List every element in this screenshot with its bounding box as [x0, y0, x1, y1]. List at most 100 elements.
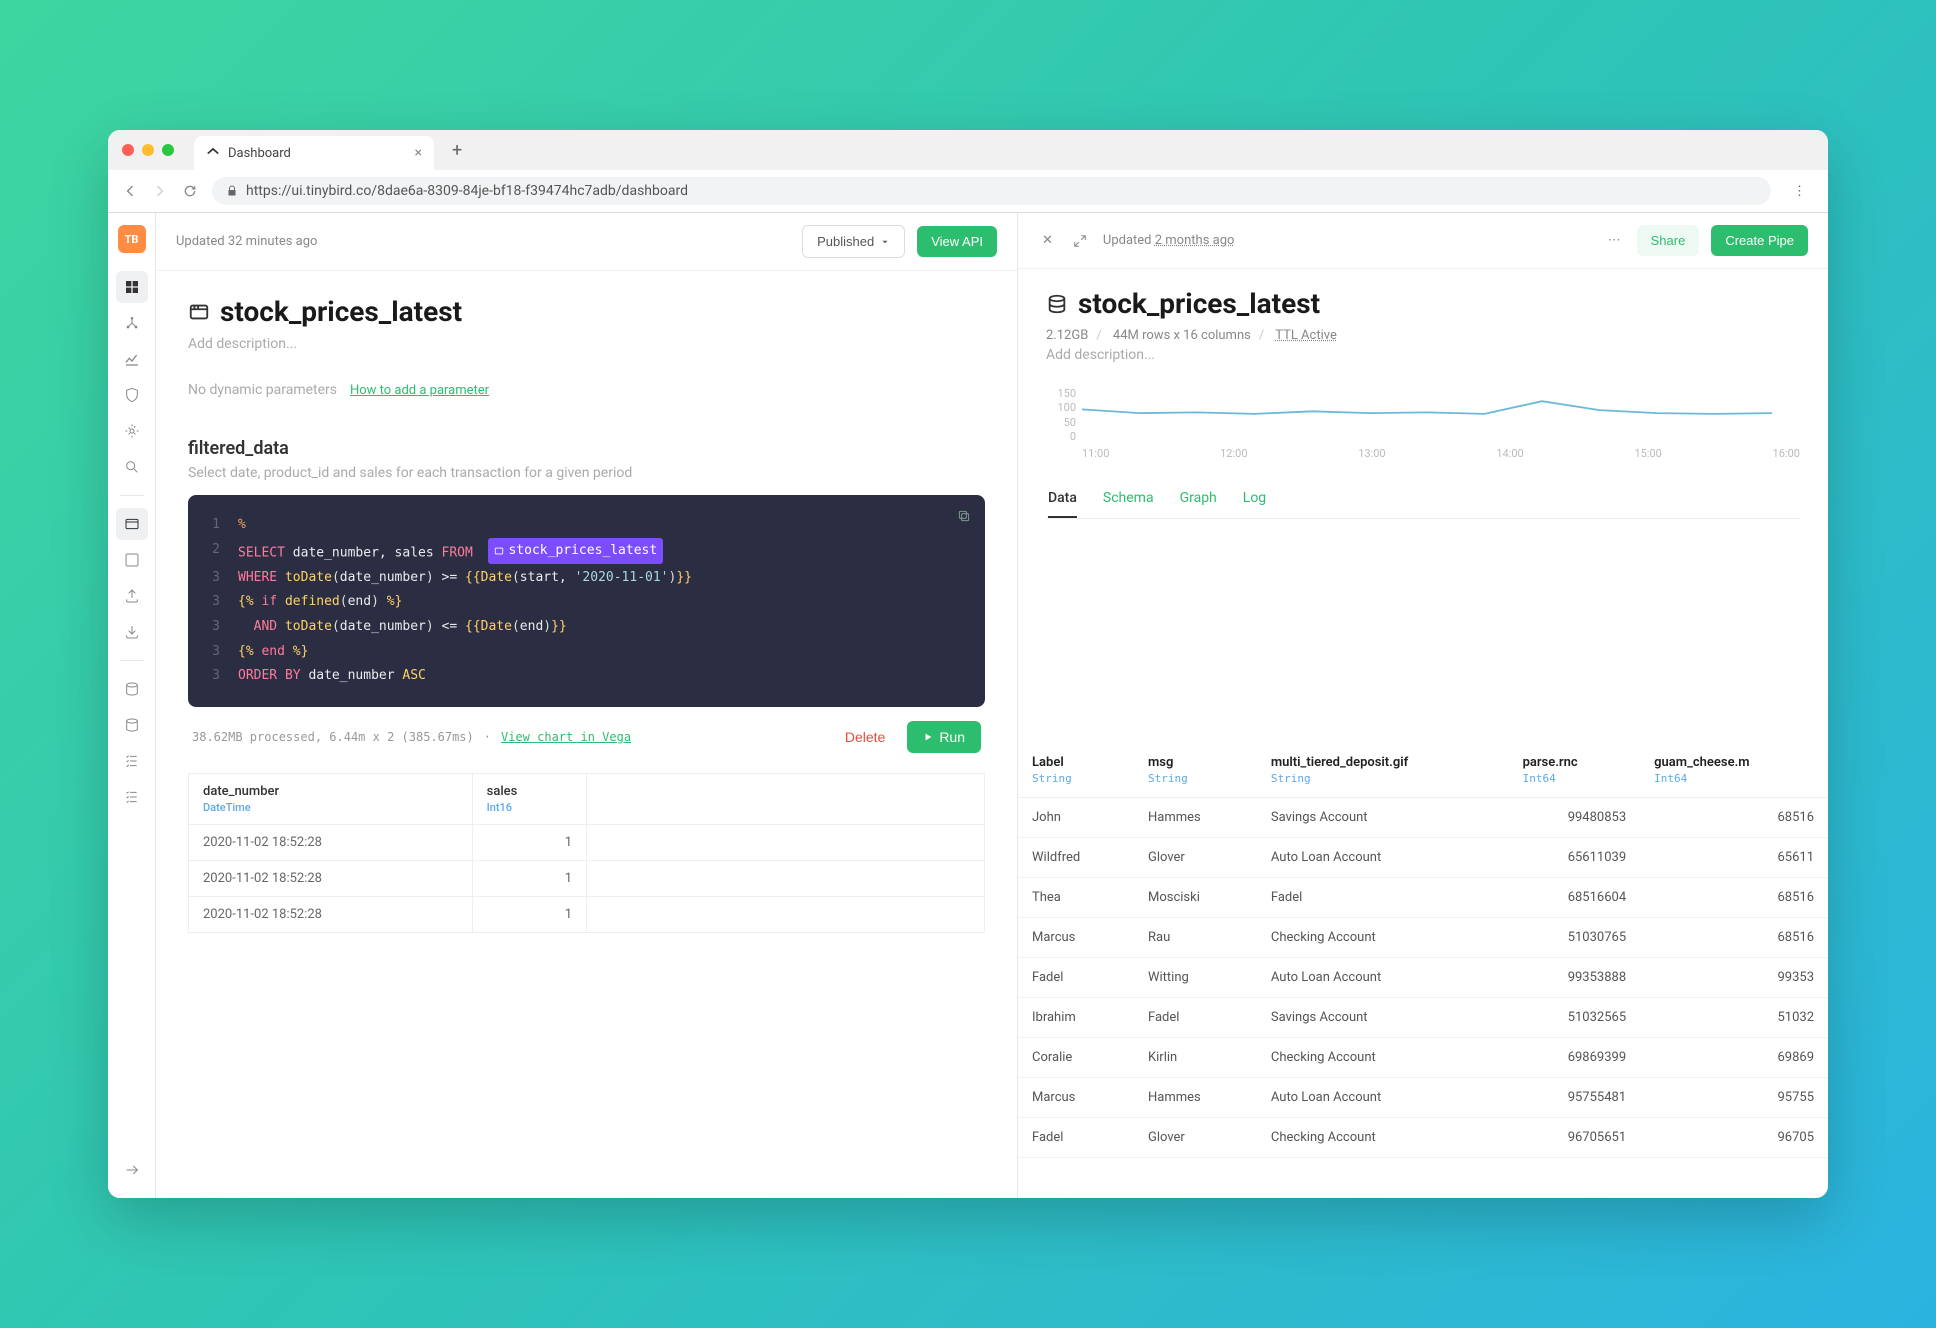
- activity-chart: 150100500 11:0012:0013:0014:0015:0016:00: [1046, 387, 1800, 460]
- sidebar-collapse-icon[interactable]: [116, 1154, 148, 1186]
- datasource-meta: 2.12GB/ 44M rows x 16 columns/ TTL Activ…: [1046, 328, 1800, 343]
- data-column-header[interactable]: multi_tiered_deposit.gifString: [1257, 743, 1509, 798]
- right-updated-text: Updated 2 months ago: [1103, 233, 1235, 248]
- nav-back-icon[interactable]: [122, 183, 138, 199]
- window-close-button[interactable]: [122, 144, 134, 156]
- node-title[interactable]: filtered_data: [188, 438, 985, 459]
- datasource-title-text: stock_prices_latest: [1078, 287, 1320, 320]
- sidebar: TB: [108, 213, 156, 1198]
- tab-favicon: [206, 146, 220, 160]
- data-row: WildfredGloverAuto Loan Account656110396…: [1018, 837, 1828, 877]
- nav-reload-icon[interactable]: [182, 183, 198, 199]
- data-column-header[interactable]: parse.rncInt64: [1509, 743, 1641, 798]
- data-column-header[interactable]: guam_cheese.mInt64: [1640, 743, 1828, 798]
- right-header: ✕ Updated 2 months ago ⋯ Share Create Pi…: [1018, 213, 1828, 269]
- result-column-header[interactable]: salesInt16: [472, 774, 586, 825]
- lock-icon: [226, 185, 238, 197]
- browser-tab[interactable]: Dashboard ×: [194, 136, 434, 170]
- play-icon: [923, 732, 933, 742]
- sidebar-gear-icon[interactable]: [116, 415, 148, 447]
- datasource-title: stock_prices_latest: [1046, 287, 1800, 320]
- data-row: MarcusRauChecking Account5103076568516: [1018, 917, 1828, 957]
- tab-schema[interactable]: Schema: [1103, 480, 1154, 518]
- result-table: date_numberDateTimesalesInt16 2020-11-02…: [188, 773, 985, 933]
- chevron-down-icon: [880, 237, 890, 247]
- tab-log[interactable]: Log: [1243, 480, 1266, 518]
- run-button[interactable]: Run: [907, 721, 981, 753]
- data-row: IbrahimFadelSavings Account5103256551032: [1018, 997, 1828, 1037]
- browser-menu-icon[interactable]: ⋮: [1785, 184, 1814, 199]
- no-params-text: No dynamic parameters: [188, 382, 337, 398]
- url-bar: https://ui.tinybird.co/8dae6a-8309-84je-…: [108, 170, 1828, 212]
- right-content: stock_prices_latest 2.12GB/ 44M rows x 1…: [1018, 269, 1828, 743]
- sidebar-datasource-icon[interactable]: [116, 508, 148, 540]
- traffic-lights: [122, 144, 174, 156]
- nav-forward-icon[interactable]: [152, 183, 168, 199]
- node-description: Select date, product_id and sales for ea…: [188, 465, 985, 481]
- view-chart-link[interactable]: View chart in Vega: [501, 730, 631, 744]
- processed-stats: 38.62MB processed, 6.44m x 2 (385.67ms): [192, 730, 474, 744]
- database-icon: [1046, 293, 1068, 315]
- result-row: 2020-11-02 18:52:281: [189, 825, 985, 861]
- ttl-link[interactable]: TTL Active: [1275, 328, 1337, 343]
- copy-icon[interactable]: [957, 509, 971, 523]
- close-panel-icon[interactable]: ✕: [1038, 229, 1057, 252]
- how-to-add-param-link[interactable]: How to add a parameter: [350, 383, 489, 398]
- data-table-wrap[interactable]: LabelStringmsgStringmulti_tiered_deposit…: [1018, 743, 1828, 1199]
- sidebar-search-icon[interactable]: [116, 451, 148, 483]
- run-label: Run: [939, 729, 965, 745]
- sidebar-pipe-icon[interactable]: [116, 544, 148, 576]
- tab-bar: Dashboard × +: [108, 130, 1828, 170]
- data-row: FadelWittingAuto Loan Account99353888993…: [1018, 957, 1828, 997]
- new-tab-button[interactable]: +: [442, 140, 472, 161]
- tab-title: Dashboard: [228, 146, 291, 161]
- updated-ago-link[interactable]: 2 months ago: [1155, 233, 1235, 248]
- window-maximize-button[interactable]: [162, 144, 174, 156]
- result-row: 2020-11-02 18:52:281: [189, 861, 985, 897]
- data-column-header[interactable]: LabelString: [1018, 743, 1134, 798]
- create-pipe-button[interactable]: Create Pipe: [1711, 225, 1808, 256]
- datasource-chip: stock_prices_latest: [508, 539, 657, 564]
- sidebar-upload-icon[interactable]: [116, 580, 148, 612]
- page-title-text: stock_prices_latest: [220, 295, 462, 328]
- pipe-icon: [188, 301, 210, 323]
- data-row: FadelGloverChecking Account9670565196705: [1018, 1117, 1828, 1157]
- workspace-logo[interactable]: TB: [118, 225, 146, 253]
- more-menu-icon[interactable]: ⋯: [1604, 229, 1625, 252]
- sidebar-download-icon[interactable]: [116, 616, 148, 648]
- sidebar-storage-icon[interactable]: [116, 673, 148, 705]
- tab-close-icon[interactable]: ×: [415, 145, 422, 161]
- tab-data[interactable]: Data: [1048, 480, 1077, 518]
- sidebar-storage-icon-2[interactable]: [116, 709, 148, 741]
- sidebar-chart-icon[interactable]: [116, 343, 148, 375]
- url-field[interactable]: https://ui.tinybird.co/8dae6a-8309-84je-…: [212, 177, 1771, 205]
- delete-button[interactable]: Delete: [833, 721, 897, 753]
- data-row: JohnHammesSavings Account9948085368516: [1018, 797, 1828, 837]
- share-button[interactable]: Share: [1637, 225, 1700, 256]
- sidebar-shield-icon[interactable]: [116, 379, 148, 411]
- sidebar-task-icon-2[interactable]: [116, 781, 148, 813]
- page-title: stock_prices_latest: [188, 295, 985, 328]
- sql-editor[interactable]: 1% 2SELECT date_number, sales FROM stock…: [188, 495, 985, 707]
- published-dropdown[interactable]: Published: [802, 225, 905, 258]
- sidebar-dashboard-icon[interactable]: [116, 271, 148, 303]
- sidebar-divider: [120, 660, 144, 661]
- tab-graph[interactable]: Graph: [1180, 480, 1217, 518]
- sidebar-task-icon[interactable]: [116, 745, 148, 777]
- add-description-input[interactable]: Add description...: [188, 336, 985, 352]
- data-row: TheaMosciskiFadel6851660468516: [1018, 877, 1828, 917]
- expand-panel-icon[interactable]: [1069, 230, 1091, 252]
- data-row: CoralieKirlinChecking Account69869399698…: [1018, 1037, 1828, 1077]
- url-text: https://ui.tinybird.co/8dae6a-8309-84je-…: [246, 183, 688, 199]
- window-minimize-button[interactable]: [142, 144, 154, 156]
- result-column-header[interactable]: date_numberDateTime: [189, 774, 473, 825]
- rows-cols-text: 44M rows x 16 columns: [1113, 328, 1251, 343]
- sidebar-tree-icon[interactable]: [116, 307, 148, 339]
- view-api-button[interactable]: View API: [917, 226, 997, 257]
- app: TB Updated 32 minutes ago: [108, 213, 1828, 1198]
- datasource-chip-icon: [494, 546, 504, 556]
- published-label: Published: [817, 234, 874, 249]
- datasource-add-desc[interactable]: Add description...: [1046, 347, 1800, 363]
- sparkline: [1082, 387, 1772, 443]
- data-column-header[interactable]: msgString: [1134, 743, 1257, 798]
